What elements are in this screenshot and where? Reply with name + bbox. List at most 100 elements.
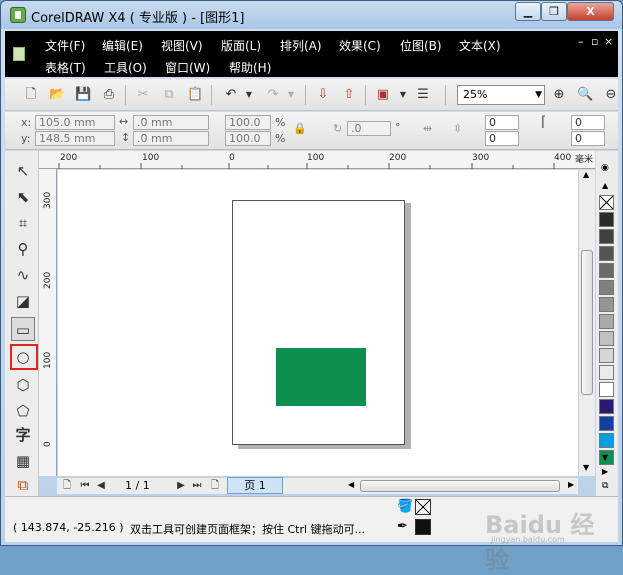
menu-file[interactable]: 文件(F) <box>45 37 85 54</box>
tab-page-1[interactable]: 页 1 <box>227 477 283 494</box>
corner-radius-2-field[interactable]: 0 <box>571 115 605 130</box>
close-button[interactable]: X <box>567 2 614 21</box>
next-page-icon[interactable]: ▶ <box>175 479 187 493</box>
import-icon[interactable]: ⇩ <box>315 87 331 103</box>
color-swatch[interactable] <box>599 280 614 295</box>
mirror-horizontal-icon[interactable]: ⇹ <box>423 122 432 135</box>
interactive-blend-tool-icon[interactable]: ⧉ <box>11 473 35 497</box>
application-launcher-icon[interactable]: ▣ <box>375 87 391 103</box>
color-swatch[interactable] <box>599 348 614 363</box>
menu-view[interactable]: 视图(V) <box>161 37 203 54</box>
first-page-icon[interactable]: ⏮ <box>79 479 91 493</box>
zoom-tool-icon[interactable]: ⚲ <box>11 237 35 261</box>
paste-icon[interactable]: 📋 <box>187 87 203 103</box>
color-swatch[interactable] <box>599 263 614 278</box>
corner-radius-1-field[interactable]: 0 <box>485 115 519 130</box>
scroll-down-icon[interactable]: ▼ <box>583 463 589 472</box>
launcher-dropdown-icon[interactable]: ▼ <box>395 87 411 103</box>
palette-up-icon[interactable]: ▲ <box>602 181 608 190</box>
menu-arrange[interactable]: 排列(A) <box>280 37 322 54</box>
text-tool-icon[interactable]: 字 <box>11 423 35 447</box>
new-document-icon[interactable]: 🗋 <box>23 87 39 103</box>
print-icon[interactable]: ⎙ <box>101 87 117 103</box>
scroll-left-icon[interactable]: ◀ <box>348 480 354 489</box>
add-page-after-icon[interactable]: 🗋 <box>209 479 221 493</box>
color-swatch[interactable] <box>599 314 614 329</box>
palette-menu-icon[interactable]: ◉ <box>601 163 609 173</box>
color-swatch[interactable] <box>599 399 614 414</box>
zoom-out-icon[interactable]: ⊖ <box>603 87 619 103</box>
scale-y-field[interactable]: 100.0 <box>225 131 271 146</box>
rectangle-tool-icon[interactable]: ▭ <box>11 317 35 341</box>
color-swatch[interactable] <box>599 331 614 346</box>
copy-icon[interactable]: ⧉ <box>161 87 177 103</box>
horizontal-scrollbar[interactable]: ◀ ▶ <box>346 477 578 494</box>
smart-fill-tool-icon[interactable]: ◪ <box>11 289 35 313</box>
y-position-field[interactable]: 148.5 mm <box>35 131 115 146</box>
vertical-scroll-thumb[interactable] <box>581 250 593 395</box>
fill-color-indicator[interactable] <box>415 499 431 515</box>
vertical-ruler[interactable]: 300 200 100 0 <box>39 169 57 476</box>
color-swatch[interactable] <box>599 433 614 448</box>
prev-page-icon[interactable]: ◀ <box>95 479 107 493</box>
welcome-screen-icon[interactable]: ☰ <box>415 87 431 103</box>
outline-color-indicator[interactable] <box>415 519 431 535</box>
export-icon[interactable]: ⇧ <box>341 87 357 103</box>
menu-tools[interactable]: 工具(O) <box>104 59 147 76</box>
color-swatch[interactable] <box>599 212 614 227</box>
zoom-in-icon[interactable]: ⊕ <box>551 87 567 103</box>
document-page[interactable] <box>232 200 405 445</box>
green-rectangle-object[interactable] <box>276 348 366 406</box>
no-fill-swatch[interactable] <box>599 195 614 210</box>
palette-down-icon[interactable]: ▼ <box>602 453 608 462</box>
zoom-level-select[interactable]: 25% ▼ <box>457 85 545 105</box>
menu-table[interactable]: 表格(T) <box>45 59 86 76</box>
redo-icon[interactable]: ↷ <box>265 87 281 103</box>
crop-tool-icon[interactable]: ⌗ <box>11 211 35 235</box>
lock-ratio-icon[interactable]: 🔒 <box>293 122 307 135</box>
x-position-field[interactable]: 105.0 mm <box>35 115 115 130</box>
vertical-scrollbar[interactable]: ▲ ▼ <box>578 170 595 476</box>
basic-shapes-tool-icon[interactable]: ⬠ <box>11 399 35 423</box>
color-swatch[interactable] <box>599 416 614 431</box>
color-swatch[interactable] <box>599 229 614 244</box>
scroll-up-icon[interactable]: ▲ <box>583 170 589 179</box>
freehand-tool-icon[interactable]: ∿ <box>11 263 35 287</box>
color-swatch[interactable] <box>599 382 614 397</box>
menu-text[interactable]: 文本(X) <box>459 37 501 54</box>
minimize-button[interactable]: ▁ <box>515 2 541 21</box>
mdi-close-button[interactable]: × <box>604 35 613 48</box>
horizontal-scroll-thumb[interactable] <box>360 480 560 492</box>
palette-fly-icon[interactable]: ⧉ <box>602 481 608 491</box>
last-page-icon[interactable]: ⏭ <box>191 479 203 493</box>
corner-radius-3-field[interactable]: 0 <box>485 131 519 146</box>
scroll-right-icon[interactable]: ▶ <box>568 480 574 489</box>
menu-window[interactable]: 窗口(W) <box>165 59 210 76</box>
redo-dropdown-icon[interactable]: ▼ <box>283 87 299 103</box>
mdi-restore-button[interactable]: ▫ <box>591 35 598 48</box>
palette-expand-icon[interactable]: ▶ <box>602 467 608 476</box>
height-field[interactable]: .0 mm <box>133 131 209 146</box>
menu-edit[interactable]: 编辑(E) <box>102 37 143 54</box>
undo-dropdown-icon[interactable]: ▼ <box>241 87 257 103</box>
width-field[interactable]: .0 mm <box>133 115 209 130</box>
add-page-icon[interactable]: 🗋 <box>61 479 73 493</box>
menu-bitmaps[interactable]: 位图(B) <box>400 37 442 54</box>
pick-tool-icon[interactable]: ↖ <box>11 159 35 183</box>
scale-x-field[interactable]: 100.0 <box>225 115 271 130</box>
color-swatch[interactable] <box>599 297 614 312</box>
save-icon[interactable]: 💾 <box>75 87 91 103</box>
maximize-button[interactable]: ❐ <box>541 2 567 21</box>
table-tool-icon[interactable]: ▦ <box>11 449 35 473</box>
cut-icon[interactable]: ✂ <box>135 87 151 103</box>
mirror-vertical-icon[interactable]: ⇳ <box>453 122 462 135</box>
undo-icon[interactable]: ↶ <box>223 87 239 103</box>
menu-layout[interactable]: 版面(L) <box>221 37 261 54</box>
shape-tool-icon[interactable]: ⬉ <box>11 185 35 209</box>
corner-radius-4-field[interactable]: 0 <box>571 131 605 146</box>
polygon-tool-icon[interactable]: ⬡ <box>11 373 35 397</box>
rotation-field[interactable]: .0 <box>347 121 391 136</box>
zoom-tool-icon[interactable]: 🔍 <box>577 87 593 103</box>
color-swatch[interactable] <box>599 246 614 261</box>
mdi-minimize-button[interactable]: – <box>578 35 584 48</box>
